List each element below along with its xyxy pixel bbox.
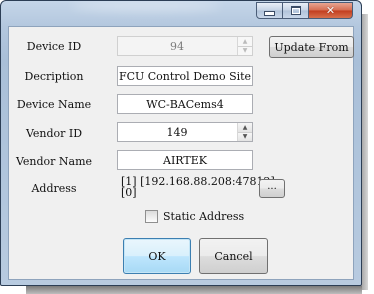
address-line-1: [1] [192.168.88.208:47812] — [121, 175, 275, 188]
ok-button[interactable]: OK — [123, 238, 191, 274]
maximize-icon — [290, 6, 301, 15]
vendor-name-field[interactable]: AIRTEK — [117, 150, 253, 170]
title-bar-glare — [71, 1, 221, 11]
vendor-name-label: Vendor Name — [15, 155, 93, 168]
vendor-id-value: 149 — [166, 125, 188, 139]
description-label: Decription — [24, 70, 84, 83]
cancel-button[interactable]: Cancel — [199, 238, 268, 274]
spin-down-icon: ▼ — [238, 46, 252, 55]
dialog-client-area: Device ID 94 ▲ ▼ Update From Decription … — [8, 26, 354, 280]
address-value: [1] [192.168.88.208:47812] [0] — [121, 176, 275, 198]
browse-address-button[interactable]: ... — [259, 179, 285, 198]
vendor-id-field[interactable]: 149 ▲ ▼ — [117, 122, 253, 142]
maximize-button[interactable] — [283, 2, 309, 19]
static-address-label[interactable]: Static Address — [163, 210, 244, 223]
close-icon: ✕ — [325, 4, 336, 17]
device-id-spinner: ▲ ▼ — [237, 37, 252, 55]
address-label: Address — [31, 182, 77, 195]
static-address-checkbox[interactable] — [145, 210, 158, 223]
spin-down-icon[interactable]: ▼ — [238, 132, 252, 141]
minimize-button[interactable] — [256, 2, 283, 19]
update-from-button[interactable]: Update From — [269, 36, 354, 58]
device-dialog-window: ✕ Device ID 94 ▲ ▼ Update From Decriptio… — [0, 0, 362, 286]
description-field[interactable]: FCU Control Demo Site — [117, 66, 253, 86]
vendor-id-spinner[interactable]: ▲ ▼ — [237, 123, 252, 141]
window-shadow-bottom — [26, 286, 362, 294]
minimize-icon — [264, 11, 275, 16]
device-id-field: 94 ▲ ▼ — [117, 36, 253, 56]
spin-up-icon: ▲ — [238, 37, 252, 47]
spin-up-icon[interactable]: ▲ — [238, 123, 252, 133]
device-name-label: Device Name — [16, 98, 92, 111]
caption-buttons: ✕ — [256, 2, 353, 19]
device-name-field[interactable]: WC-BACems4 — [117, 94, 253, 114]
title-bar[interactable]: ✕ — [1, 1, 361, 25]
device-id-value: 94 — [170, 39, 184, 53]
device-id-label: Device ID — [26, 40, 82, 53]
vendor-id-label: Vendor ID — [25, 127, 83, 140]
address-line-2: [0] — [121, 186, 137, 199]
close-button[interactable]: ✕ — [309, 2, 353, 19]
